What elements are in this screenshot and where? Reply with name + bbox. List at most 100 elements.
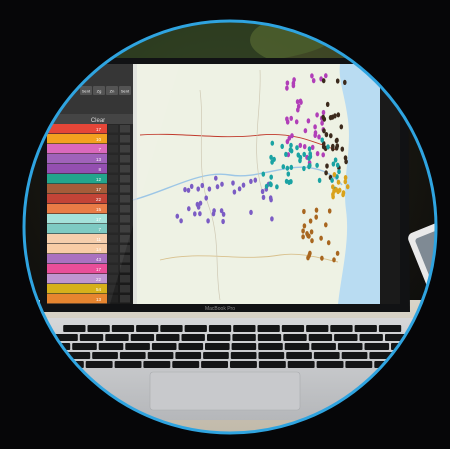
legend-toggle[interactable] [120,275,130,283]
map-marker[interactable] [183,187,187,193]
map-marker[interactable] [345,184,350,190]
map-marker[interactable] [189,183,194,189]
map-marker[interactable] [289,115,294,121]
map-marker[interactable] [321,114,326,120]
map-marker[interactable] [320,137,325,143]
map-marker[interactable] [343,79,347,85]
map-marker[interactable] [336,112,341,118]
map-marker[interactable] [310,238,314,244]
map-marker[interactable] [200,182,205,189]
map-marker[interactable] [302,165,306,172]
map-marker[interactable] [301,228,305,234]
map-marker[interactable] [198,211,202,217]
map-marker[interactable] [289,179,293,185]
map-marker[interactable] [196,204,201,210]
map-marker[interactable] [221,218,225,225]
map-marker[interactable] [315,162,319,168]
map-marker[interactable] [207,186,212,192]
map-marker[interactable] [335,162,340,168]
map-marker[interactable] [320,255,324,261]
map-marker[interactable] [249,178,253,184]
map-marker[interactable] [306,255,310,261]
map-marker[interactable] [330,177,334,183]
map-marker[interactable] [311,78,316,84]
map-marker[interactable] [285,119,290,125]
map-marker[interactable] [295,145,299,151]
map-marker[interactable] [317,177,322,183]
map-marker[interactable] [288,147,293,153]
map-marker[interactable] [302,144,307,150]
map-marker[interactable] [306,118,311,124]
map-marker[interactable] [324,170,328,176]
map-marker[interactable] [314,214,319,220]
map-marker[interactable] [336,188,340,195]
map-marker[interactable] [285,165,290,171]
map-marker[interactable] [332,172,337,178]
map-marker[interactable] [308,250,312,256]
map-marker[interactable] [187,206,191,212]
map-marker[interactable] [237,186,242,192]
map-marker[interactable] [314,207,319,213]
map-marker[interactable] [285,85,289,91]
map-marker[interactable] [220,181,224,187]
map-marker[interactable] [270,140,275,146]
map-marker[interactable] [303,128,308,134]
map-marker[interactable] [321,78,326,84]
map-marker[interactable] [325,163,329,169]
map-marker[interactable] [269,174,274,180]
map-marker[interactable] [261,171,266,177]
map-marker[interactable] [175,213,180,219]
map-marker[interactable] [204,195,208,201]
map-marker[interactable] [313,124,317,130]
map-marker[interactable] [260,188,265,195]
map-marker[interactable] [270,159,274,165]
map-marker[interactable] [186,187,191,193]
map-marker[interactable] [179,218,183,224]
map-marker[interactable] [317,134,321,140]
map-marker[interactable] [294,119,299,125]
map-marker[interactable] [324,73,328,79]
map-marker[interactable] [327,208,332,214]
map-marker[interactable] [310,144,315,150]
map-marker[interactable] [253,177,258,183]
map-marker[interactable] [331,146,335,152]
map-marker[interactable] [315,151,320,157]
map-marker[interactable] [268,195,273,201]
map-marker[interactable] [309,229,314,235]
map-marker[interactable] [298,158,302,164]
map-marker[interactable] [328,115,333,121]
map-marker[interactable] [302,151,307,157]
map-marker[interactable] [307,146,312,152]
map-marker[interactable] [264,183,269,189]
map-marker[interactable] [241,182,246,188]
map-marker[interactable] [291,83,296,89]
map-marker[interactable] [211,211,216,217]
map-marker[interactable] [302,208,306,215]
map-marker[interactable] [214,175,218,181]
map-marker[interactable] [308,153,313,160]
map-marker[interactable] [196,186,200,192]
map-marker[interactable] [206,218,210,224]
legend-toggle[interactable] [120,285,130,293]
map-marker[interactable] [307,233,311,239]
map-marker[interactable] [296,103,301,109]
map-marker[interactable] [343,179,348,185]
map-marker[interactable] [193,211,197,217]
map-marker[interactable] [298,98,303,104]
map-marker[interactable] [270,216,274,222]
map-marker[interactable] [340,146,345,152]
map-marker[interactable] [334,145,339,151]
map-marker[interactable] [289,142,293,148]
map-marker[interactable] [321,152,326,158]
map-marker[interactable] [326,240,331,246]
map-marker[interactable] [285,80,290,86]
map-marker[interactable] [310,73,314,79]
map-marker[interactable] [261,194,266,200]
map-marker[interactable] [215,184,220,190]
map-marker[interactable] [336,179,341,185]
map-marker[interactable] [280,143,285,149]
map-marker[interactable] [319,235,323,241]
map-marker[interactable] [341,192,345,198]
map-marker[interactable] [334,138,339,144]
map-marker[interactable] [301,234,305,240]
